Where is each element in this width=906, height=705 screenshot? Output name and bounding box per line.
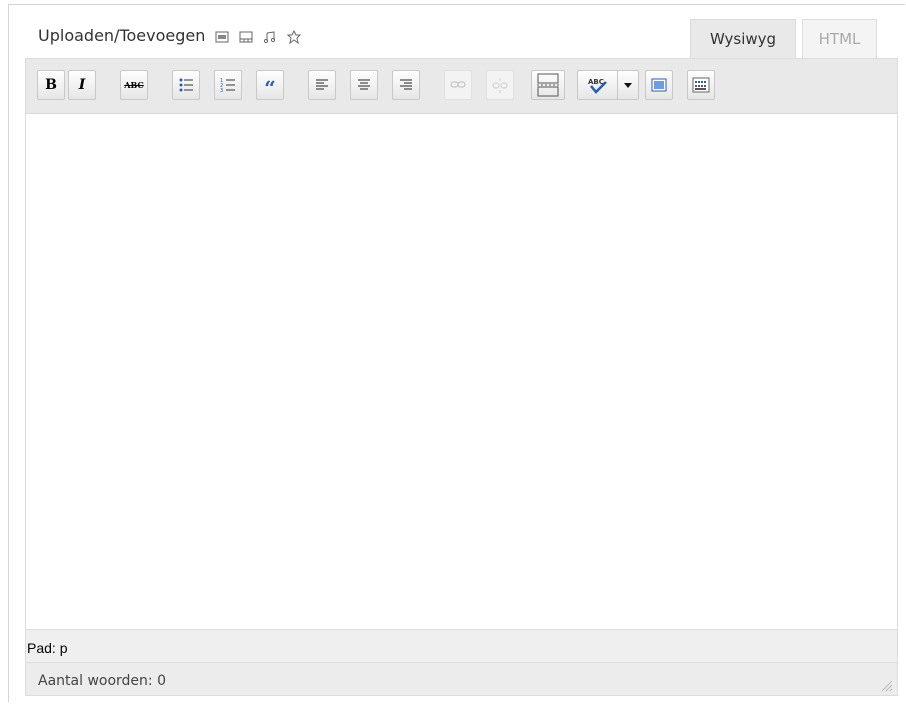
add-media-icon[interactable] [287,29,302,44]
unlink-icon [492,78,508,93]
fullscreen-icon [651,78,667,92]
upload-insert-label[interactable]: Uploaden/Toevoegen [38,26,205,45]
bold-button[interactable]: B [37,70,65,100]
svg-text:3: 3 [220,88,223,93]
tab-html[interactable]: HTML [802,19,877,58]
resize-grip-icon[interactable] [879,678,893,692]
spellcheck-language-dropdown[interactable] [617,70,639,100]
link-icon [450,81,466,88]
rich-text-editor: B I ABC 123 “ ABC Pad: p Aantal woorden:… [25,58,898,696]
blockquote-button[interactable]: “ [256,70,284,100]
align-left-button[interactable] [308,70,336,100]
add-image-icon[interactable] [215,29,229,43]
editor-content-area[interactable] [26,114,897,629]
align-right-icon [400,79,412,90]
link-button[interactable] [444,70,472,100]
strikethrough-icon: ABC [124,80,144,90]
tab-wysiwyg[interactable]: Wysiwyg [690,19,796,58]
italic-icon: I [78,77,86,93]
unlink-button[interactable] [486,70,514,100]
align-right-button[interactable] [392,70,420,100]
editor-toolbar: B I ABC 123 “ ABC [26,59,897,114]
align-center-icon [358,79,370,90]
add-video-icon[interactable] [239,29,253,43]
element-path: Pad: p [26,629,897,662]
dropdown-arrow-icon [624,82,632,88]
strikethrough-button[interactable]: ABC [120,70,148,100]
more-tag-button[interactable] [531,70,565,100]
spellcheck-icon: ABC [588,78,607,94]
bullet-list-icon [179,78,193,92]
more-tag-icon [537,73,559,97]
spellcheck-button[interactable]: ABC [577,70,619,100]
bullet-list-button[interactable] [172,70,200,100]
numbered-list-button[interactable]: 123 [214,70,242,100]
align-left-icon [316,79,328,90]
word-count: Aantal woorden: 0 [26,662,897,695]
kitchen-sink-icon [692,77,710,93]
italic-button[interactable]: I [68,70,96,100]
bold-icon: B [45,77,57,93]
numbered-list-icon: 123 [220,78,235,93]
blockquote-icon: “ [264,76,276,100]
kitchen-sink-button[interactable] [687,70,715,100]
media-buttons: Uploaden/Toevoegen [38,26,302,45]
fullscreen-button[interactable] [645,70,673,100]
align-center-button[interactable] [350,70,378,100]
add-audio-icon[interactable] [263,29,277,43]
